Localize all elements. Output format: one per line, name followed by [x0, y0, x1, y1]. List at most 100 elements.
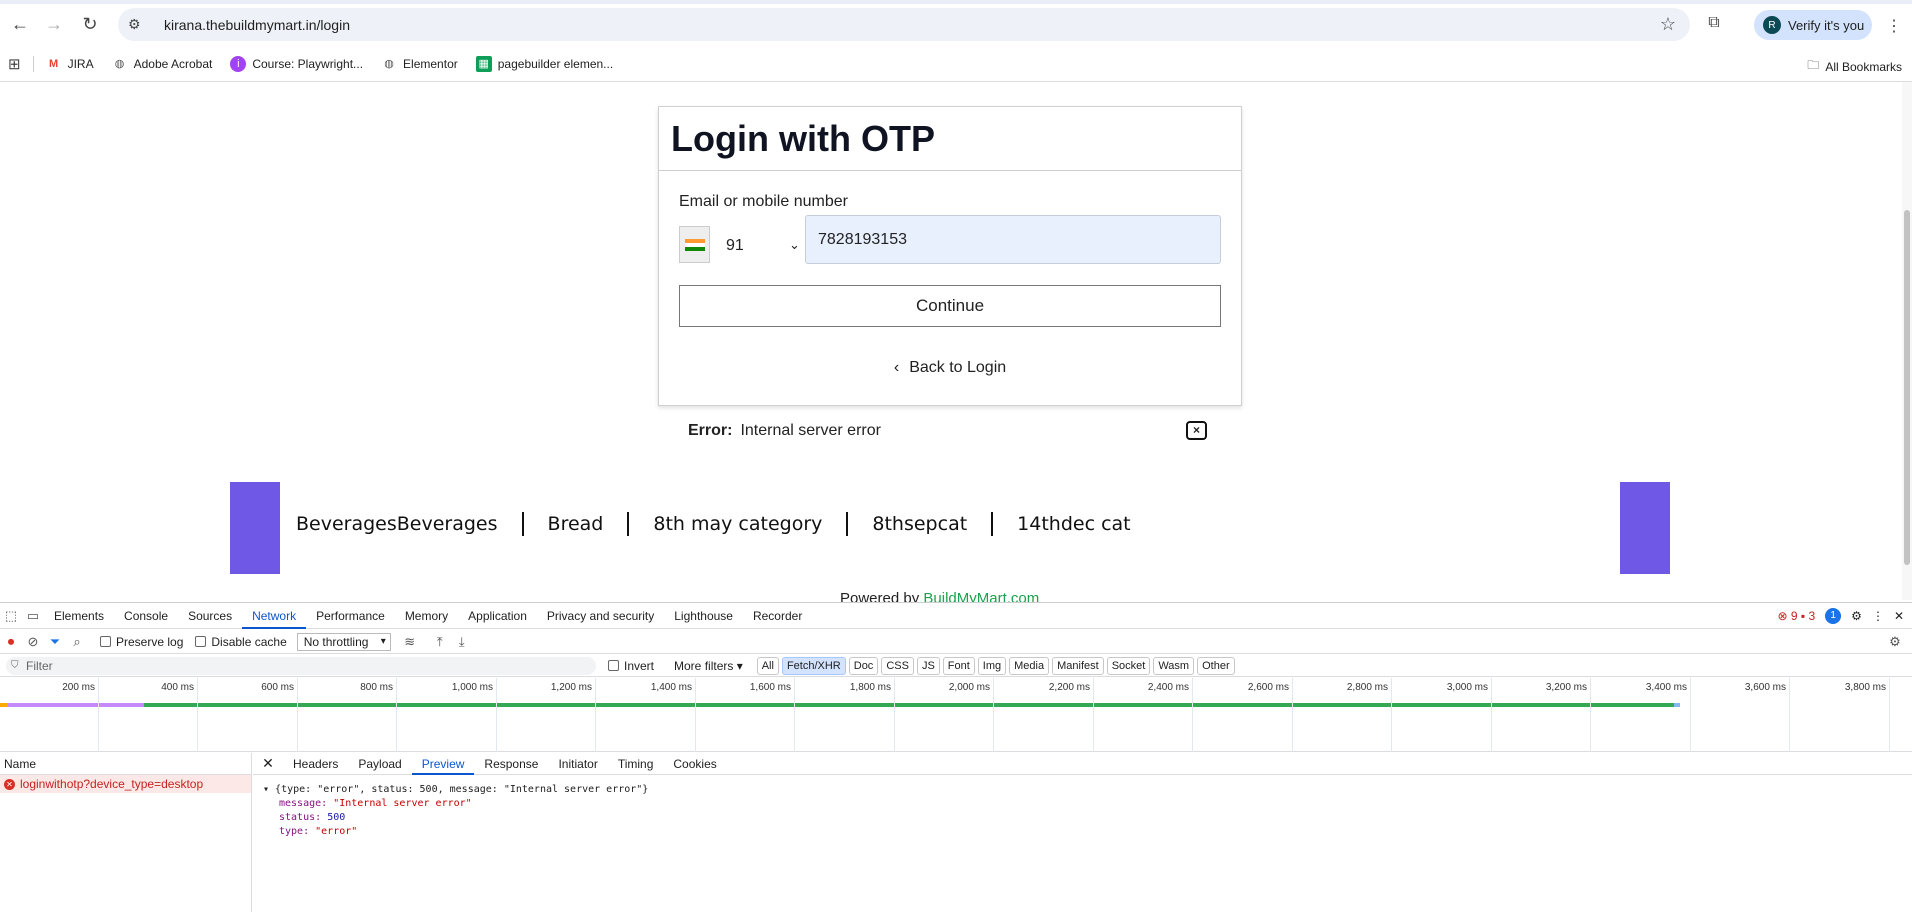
tab-headers[interactable]: Headers	[283, 753, 348, 775]
name-column-header[interactable]: Name	[0, 753, 251, 775]
filter-all[interactable]: All	[756, 656, 779, 675]
clear-icon[interactable]: ⊘	[22, 634, 44, 650]
settings-gear-icon[interactable]: ⚙	[1851, 609, 1862, 623]
tab-cookies[interactable]: Cookies	[663, 753, 726, 775]
issues-badge[interactable]: 1	[1825, 608, 1842, 624]
bookmark-adobe-acrobat[interactable]: ◍ Adobe Acrobat	[112, 56, 213, 72]
inspect-icon[interactable]: ⬚	[0, 608, 22, 624]
timeline-tick: 200 ms	[62, 678, 99, 752]
category-item[interactable]: 8thsepcat	[846, 512, 991, 536]
filter-socket[interactable]: Socket	[1106, 656, 1151, 675]
network-timeline[interactable]: 200 ms 400 ms 600 ms 800 ms 1,000 ms 1,200 ms…	[0, 678, 1912, 752]
url-text[interactable]: kirana.thebuildmymart.in/login	[164, 17, 350, 33]
all-bookmarks-button[interactable]: 🗀 All Bookmarks	[1807, 56, 1902, 77]
bookmark-elementor[interactable]: ◍ Elementor	[381, 56, 458, 72]
category-item[interactable]: 14thdec cat	[991, 512, 1154, 536]
table-row[interactable]: ✕ loginwithotp?device_type=desktop	[0, 775, 251, 793]
filter-wasm[interactable]: Wasm	[1153, 656, 1195, 675]
tab-elements[interactable]: Elements	[44, 603, 114, 629]
error-text: Internal server error	[740, 422, 881, 439]
preserve-log-checkbox[interactable]: Preserve log	[100, 635, 183, 649]
search-icon[interactable]: ⌕	[66, 634, 88, 650]
filter-img[interactable]: Img	[977, 656, 1007, 675]
sheets-icon: ▦	[475, 55, 492, 72]
tab-response[interactable]: Response	[474, 753, 548, 775]
address-bar[interactable]: ⚙ kirana.thebuildmymart.in/login ☆	[118, 8, 1690, 41]
forward-arrow-icon[interactable]: →	[40, 10, 68, 38]
filter-input[interactable]: Filter	[6, 656, 596, 675]
bookmark-pagebuilder[interactable]: ▦ pagebuilder elemen...	[475, 55, 613, 72]
site-info-icon[interactable]: ⚙	[128, 16, 148, 33]
india-flag-icon[interactable]	[679, 226, 710, 263]
category-item[interactable]: BeveragesBeverages	[296, 512, 522, 536]
request-detail: ✕ Headers Payload Preview Response Initi…	[253, 753, 1912, 912]
invert-checkbox[interactable]: Invert	[608, 659, 654, 673]
tab-initiator[interactable]: Initiator	[548, 753, 607, 775]
tab-performance[interactable]: Performance	[306, 603, 395, 629]
tab-lighthouse[interactable]: Lighthouse	[664, 603, 743, 629]
more-filters-dropdown[interactable]: More filters ▾	[674, 659, 743, 673]
import-har-icon[interactable]: ⤒	[429, 634, 451, 650]
category-item[interactable]: Bread	[521, 512, 628, 536]
timeline-tick: 2,400 ms	[1148, 678, 1193, 752]
category-scroll-right[interactable]	[1620, 482, 1670, 574]
timeline-tick: 2,200 ms	[1049, 678, 1094, 752]
bookmark-course-playwright[interactable]: i Course: Playwright...	[230, 55, 363, 72]
extensions-icon[interactable]: ⧉	[1704, 14, 1724, 34]
continue-button[interactable]: Continue	[679, 285, 1221, 327]
devtools-status: ⊗ 9 ▪ 3 1 ⚙ ⋮ ✕	[1777, 608, 1904, 624]
close-icon[interactable]: ×	[1186, 421, 1207, 440]
profile-button[interactable]: R Verify it's you	[1754, 10, 1872, 40]
category-item[interactable]: 8th may category	[627, 512, 846, 536]
back-arrow-icon[interactable]: ←	[6, 10, 34, 38]
request-list: Name ✕ loginwithotp?device_type=desktop	[0, 753, 252, 912]
filter-fetch-xhr[interactable]: Fetch/XHR	[781, 656, 846, 675]
back-to-login-link[interactable]: ‹ Back to Login	[659, 359, 1241, 377]
filter-manifest[interactable]: Manifest	[1052, 656, 1104, 675]
json-summary[interactable]: ▾ {type: "error", status: 500, message: …	[263, 783, 1912, 797]
throttling-select[interactable]: No throttling	[296, 632, 391, 651]
scrollbar-thumb[interactable]	[1904, 210, 1910, 565]
filter-js[interactable]: JS	[916, 656, 940, 675]
error-count-badge[interactable]: ⊗ 9 ▪ 3	[1777, 609, 1815, 623]
close-devtools-icon[interactable]: ✕	[1894, 609, 1904, 623]
filter-media[interactable]: Media	[1009, 656, 1050, 675]
tab-console[interactable]: Console	[114, 603, 178, 629]
tab-privacy[interactable]: Privacy and security	[537, 603, 664, 629]
filter-funnel-icon[interactable]: ⏷	[44, 634, 66, 650]
bookmark-star-icon[interactable]: ☆	[1660, 14, 1676, 35]
tab-application[interactable]: Application	[458, 603, 537, 629]
page-scrollbar[interactable]	[1902, 82, 1912, 600]
apps-grid-icon[interactable]: ⊞	[8, 55, 21, 73]
close-detail-icon[interactable]: ✕	[253, 755, 283, 772]
export-har-icon[interactable]: ⤓	[451, 634, 473, 650]
tab-payload[interactable]: Payload	[348, 753, 411, 775]
filter-other[interactable]: Other	[1197, 656, 1235, 675]
network-settings-icon[interactable]: ⚙	[1884, 634, 1906, 650]
category-scroll-left[interactable]	[230, 482, 280, 574]
disable-cache-checkbox[interactable]: Disable cache	[195, 635, 287, 649]
tab-network[interactable]: Network	[242, 603, 307, 629]
reload-icon[interactable]: ↻	[76, 10, 104, 38]
browser-menu-icon[interactable]: ⋮	[1886, 16, 1902, 36]
tab-preview[interactable]: Preview	[411, 753, 475, 775]
device-toggle-icon[interactable]: ▭	[22, 608, 44, 624]
chevron-down-icon[interactable]: ⌄	[789, 237, 800, 253]
tab-recorder[interactable]: Recorder	[743, 603, 812, 629]
more-options-icon[interactable]: ⋮	[1872, 609, 1884, 623]
timeline-tick: 400 ms	[161, 678, 198, 752]
tab-memory[interactable]: Memory	[395, 603, 458, 629]
record-stop-icon[interactable]: ⏺	[0, 634, 22, 650]
filter-font[interactable]: Font	[942, 656, 975, 675]
tab-sources[interactable]: Sources	[178, 603, 242, 629]
field-label: Email or mobile number	[679, 193, 848, 210]
network-conditions-icon[interactable]: ≋	[399, 634, 421, 650]
phone-input[interactable]: 7828193153	[805, 215, 1221, 264]
country-code-select[interactable]: 91	[726, 237, 744, 255]
filter-doc[interactable]: Doc	[848, 656, 879, 675]
tab-timing[interactable]: Timing	[608, 753, 664, 775]
bookmark-jira[interactable]: M JIRA	[46, 56, 94, 72]
brand-link[interactable]: BuildMyMart.com	[923, 590, 1039, 602]
error-message: Error: Internal server error	[688, 422, 881, 440]
filter-css[interactable]: CSS	[881, 656, 914, 675]
